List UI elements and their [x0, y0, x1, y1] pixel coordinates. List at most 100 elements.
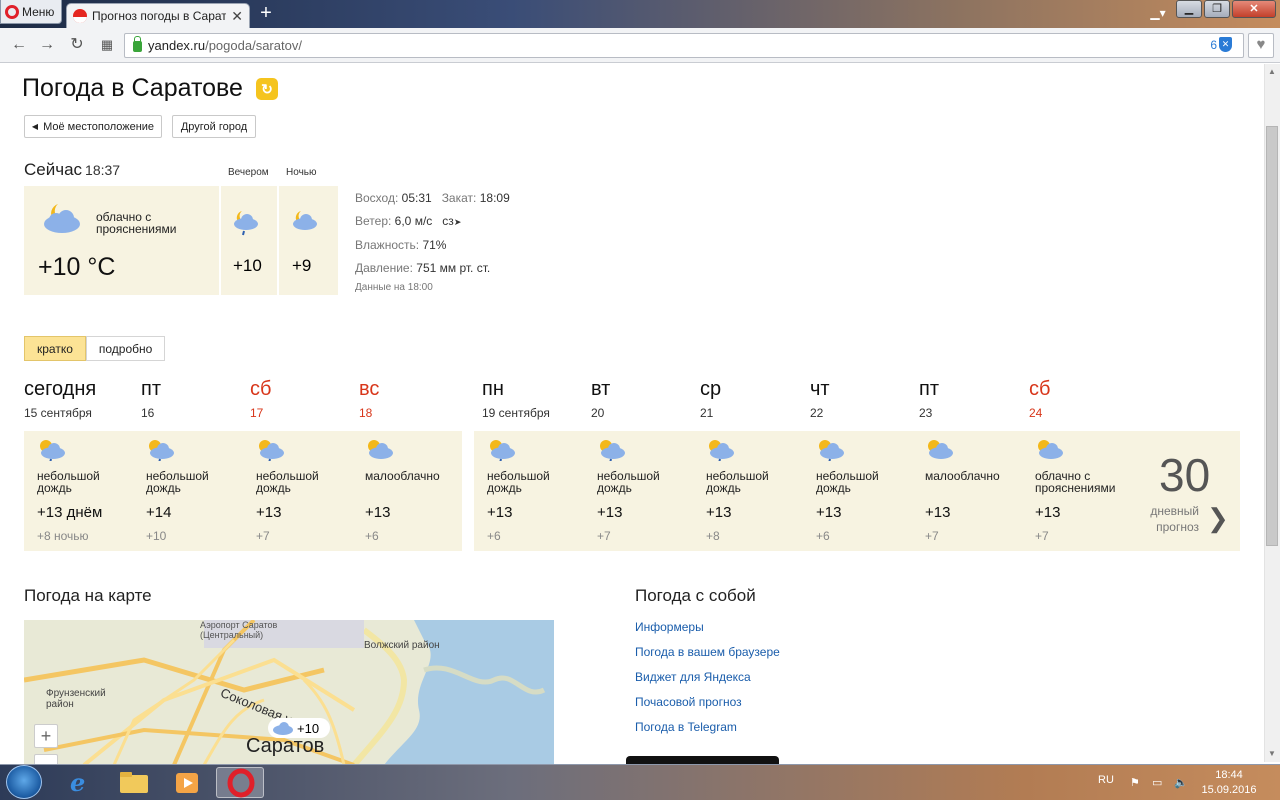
day-condition: небольшой дождь [706, 469, 769, 495]
day-condition: небольшой дождь [256, 469, 319, 495]
language-indicator[interactable]: RU [1098, 774, 1114, 786]
day-name[interactable]: чт [810, 378, 830, 401]
adblock-badge[interactable]: 6 ✕ [1210, 37, 1232, 52]
night-label: Ночью [286, 167, 317, 178]
clock-time: 18:44 [1215, 769, 1243, 781]
forecast-day-cell[interactable]: малооблачно +13 +7 [912, 431, 1021, 551]
night-temperature: +8 [706, 529, 720, 543]
day-date: 17 [250, 406, 264, 420]
link-browser-weather[interactable]: Погода в вашем браузере [635, 645, 780, 659]
wind-label: Ветер: [355, 214, 392, 228]
opera-menu-button[interactable]: Меню [0, 0, 62, 24]
forward-arrow-icon[interactable]: → [37, 36, 57, 54]
back-arrow-icon[interactable]: ← [9, 36, 29, 54]
app-download-button[interactable] [626, 756, 779, 764]
day-date: 19 сентября [482, 406, 550, 420]
forecast-day-cell[interactable]: небольшой дождь +13 +8 [693, 431, 802, 551]
day-name[interactable]: пт [919, 378, 939, 401]
forecast-day-cell[interactable]: небольшой дождь +13 +6 [803, 431, 912, 551]
wind-row: Ветер: 6,0 м/с сз➤ [355, 210, 510, 234]
link-hourly-forecast[interactable]: Почасовой прогноз [635, 695, 742, 709]
media-player-icon[interactable] [164, 767, 212, 798]
day-name[interactable]: пн [482, 378, 504, 401]
other-city-button[interactable]: Другой город [172, 115, 256, 138]
day-name[interactable]: вс [359, 378, 379, 401]
minimize-button[interactable]: ▁ [1176, 0, 1202, 18]
day-name[interactable]: сб [250, 378, 271, 401]
thirty-day-forecast-link[interactable]: 30 дневный прогноз ❯ [1135, 431, 1240, 551]
sun-cloud-rain-icon [819, 440, 844, 461]
cloud-icon [273, 722, 293, 735]
sun-cloud-rain-icon [259, 440, 284, 461]
tab-menu-icon[interactable]: ▁▾ [1148, 6, 1168, 20]
day-name[interactable]: ср [700, 378, 721, 401]
scrollbar-thumb[interactable] [1266, 126, 1278, 546]
day-date: 20 [591, 406, 605, 420]
menu-label: Меню [22, 4, 55, 19]
new-tab-button[interactable]: + [256, 3, 276, 24]
tab-brief[interactable]: кратко [24, 336, 86, 361]
link-informers[interactable]: Информеры [635, 620, 704, 634]
night-temperature: +7 [256, 529, 270, 543]
weather-app-icon[interactable]: ↻ [256, 78, 278, 100]
night-temperature: +7 [1035, 529, 1049, 543]
forecast-day-cell[interactable]: небольшой дождь +13 +6 [474, 431, 583, 551]
adblock-count: 6 [1210, 37, 1217, 52]
secure-lock-icon [133, 36, 142, 52]
moon-cloud-icon [293, 211, 317, 230]
address-bar[interactable]: yandex.ru/pogoda/saratov/ [124, 33, 1244, 58]
evening-label: Вечером [228, 167, 269, 178]
reload-icon[interactable]: ↻ [67, 36, 87, 54]
humidity-value: 71% [422, 238, 447, 252]
weather-details: Восход: 05:31 Закат: 18:09 Ветер: 6,0 м/… [355, 187, 510, 280]
sunset-value: 18:09 [479, 191, 510, 205]
sun-cloud-rain-icon [149, 440, 174, 461]
chevron-right-icon: ❯ [1207, 503, 1229, 533]
network-icon[interactable]: ▭ [1152, 776, 1166, 789]
evening-temperature: +10 [233, 256, 262, 275]
thirty-number: 30 [1159, 449, 1211, 501]
day-name[interactable]: пт [141, 378, 161, 401]
now-time: 18:37 [85, 162, 121, 178]
taskbar-clock[interactable]: 18:44 15.09.2016 [1199, 768, 1259, 798]
sunrise-label: Восход: [355, 191, 399, 205]
forecast-day-cell[interactable]: небольшой дождь +13 +7 [584, 431, 693, 551]
sun-cloud-rain-icon [600, 440, 625, 461]
night-temperature: +6 [816, 529, 830, 543]
forecast-day-cell[interactable]: облачно с прояснениями +13 +7 [1022, 431, 1131, 551]
weather-map[interactable]: Аэропорт Саратов (Центральный) Волжский … [24, 620, 554, 765]
forecast-day-cell[interactable]: малооблачно +13 +6 [352, 431, 461, 551]
internet-explorer-icon[interactable]: e [56, 767, 104, 798]
restore-button[interactable]: ❐ [1204, 0, 1230, 18]
day-name[interactable]: вт [591, 378, 610, 401]
day-date: 22 [810, 406, 824, 420]
pressure-value: 751 мм рт. ст. [416, 261, 491, 275]
tab-close-icon[interactable]: ✕ [231, 8, 243, 25]
opera-taskbar-icon[interactable] [216, 767, 264, 798]
day-condition: небольшой дождь [487, 469, 550, 495]
scroll-up-arrow-icon[interactable]: ▲ [1264, 64, 1280, 80]
moon-cloud-rain-icon [234, 211, 258, 236]
scroll-down-arrow-icon[interactable]: ▼ [1264, 746, 1280, 762]
day-name[interactable]: сегодня [24, 378, 96, 401]
volume-icon[interactable]: 🔈 [1174, 776, 1188, 789]
speed-dial-grid-icon[interactable]: ▦ [97, 36, 117, 54]
forecast-day-cell[interactable]: небольшой дождь +13 днём +8 ночью [24, 431, 133, 551]
browser-tab[interactable]: Прогноз погоды в Сарато ✕ [66, 3, 250, 28]
zoom-in-button[interactable]: + [34, 724, 58, 748]
link-telegram[interactable]: Погода в Telegram [635, 720, 737, 734]
day-name[interactable]: сб [1029, 378, 1050, 401]
link-yandex-widget[interactable]: Виджет для Яндекса [635, 670, 751, 684]
windows-start-button[interactable] [6, 765, 42, 799]
forecast-day-cell[interactable]: небольшой дождь +13 +7 [243, 431, 352, 551]
close-window-button[interactable]: ✕ [1232, 0, 1276, 18]
map-label-district: Фрунзенский район [46, 688, 106, 710]
data-timestamp: Данные на 18:00 [355, 282, 433, 293]
flag-alert-icon[interactable]: ⚑ [1130, 776, 1144, 789]
bookmark-heart-icon[interactable]: ♥ [1248, 33, 1274, 58]
file-explorer-icon[interactable] [110, 767, 158, 798]
tab-detailed[interactable]: подробно [85, 336, 166, 361]
my-location-button[interactable]: ◀ Моё местоположение [24, 115, 162, 138]
divider [219, 186, 221, 295]
forecast-day-cell[interactable]: небольшой дождь +14 +10 [133, 431, 242, 551]
